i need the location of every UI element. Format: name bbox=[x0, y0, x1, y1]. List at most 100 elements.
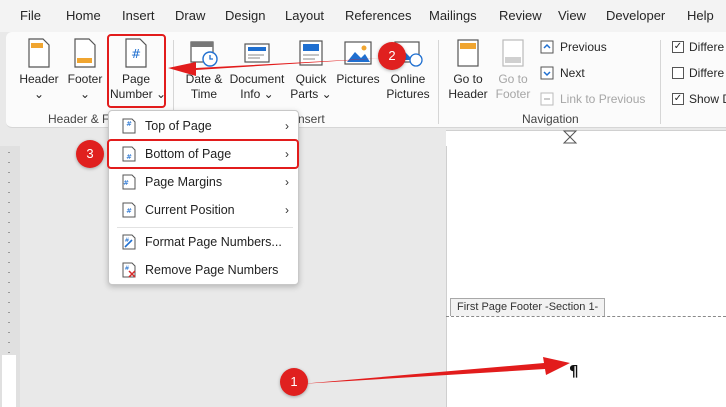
tab-view[interactable]: View bbox=[558, 8, 586, 23]
pictures-button[interactable]: Pictures bbox=[334, 38, 382, 87]
quick-parts-button[interactable]: Quick Parts ⌄ bbox=[290, 38, 332, 102]
chevron-right-icon: › bbox=[285, 175, 289, 189]
footer-button-chevron: ⌄ bbox=[79, 87, 91, 101]
go-to-header-button[interactable]: Go to Header bbox=[446, 38, 490, 102]
annotation-badge-3: 3 bbox=[76, 140, 104, 168]
svg-text:#: # bbox=[124, 237, 129, 244]
menu-separator bbox=[117, 227, 293, 228]
option-label: Differe bbox=[689, 66, 725, 80]
online-pictures-label-2: Pictures bbox=[386, 87, 430, 101]
page-number-dropdown: # Top of Page › # Bottom of Page › # Pag… bbox=[108, 110, 299, 285]
date-time-label-2: Time bbox=[190, 87, 218, 101]
next-icon bbox=[540, 66, 554, 80]
menu-item-label: Format Page Numbers... bbox=[145, 235, 282, 249]
previous-icon bbox=[540, 40, 554, 54]
indent-marker-icon[interactable] bbox=[560, 129, 580, 145]
go-to-header-label-2: Header bbox=[448, 87, 488, 101]
tab-mailings[interactable]: Mailings bbox=[429, 8, 477, 23]
checkbox-checked[interactable]: ✓ bbox=[672, 41, 684, 53]
document-info-button[interactable]: Document Info ⌄ bbox=[228, 38, 286, 102]
menu-item-label: Current Position bbox=[145, 203, 235, 217]
previous-label: Previous bbox=[560, 40, 607, 54]
picture-icon bbox=[344, 41, 372, 65]
previous-button[interactable]: Previous bbox=[540, 40, 607, 54]
ribbon-tab-bar: File Home Insert Draw Design Layout Refe… bbox=[0, 0, 726, 32]
go-to-footer-label-1: Go to bbox=[498, 72, 528, 86]
remove-page-numbers-icon: # bbox=[122, 262, 136, 278]
page-margins-icon: # bbox=[122, 174, 136, 190]
page-top-icon: # bbox=[122, 118, 136, 134]
tab-review[interactable]: Review bbox=[499, 8, 542, 23]
go-to-header-label-1: Go to bbox=[453, 72, 483, 86]
calendar-clock-icon bbox=[190, 41, 218, 67]
tab-layout[interactable]: Layout bbox=[285, 8, 324, 23]
quick-parts-label-1: Quick bbox=[295, 72, 327, 86]
go-to-footer-button: Go to Footer bbox=[492, 38, 534, 102]
footer-section-tag: First Page Footer -Section 1- bbox=[450, 298, 606, 316]
paragraph-mark: ¶ bbox=[569, 362, 579, 380]
ribbon-separator bbox=[438, 40, 439, 124]
ribbon-separator bbox=[660, 40, 661, 124]
tab-developer[interactable]: Developer bbox=[606, 8, 665, 23]
option-different-odd-even[interactable]: Differe bbox=[672, 66, 724, 80]
header-icon bbox=[28, 38, 50, 68]
online-pictures-label-1: Online bbox=[390, 72, 426, 86]
group-label-header-footer: Header & F bbox=[48, 112, 110, 126]
svg-text:#: # bbox=[126, 207, 132, 215]
footer-button[interactable]: Footer ⌄ bbox=[64, 38, 106, 102]
next-label: Next bbox=[560, 66, 585, 80]
menu-item-format-page-numbers[interactable]: # Format Page Numbers... bbox=[115, 229, 293, 255]
group-label-navigation: Navigation bbox=[522, 112, 579, 126]
footer-button-label: Footer bbox=[67, 72, 103, 86]
option-label: Differe bbox=[689, 40, 725, 54]
quick-parts-icon bbox=[299, 40, 323, 66]
footer-boundary bbox=[446, 316, 726, 317]
tab-insert[interactable]: Insert bbox=[122, 8, 155, 23]
menu-item-remove-page-numbers[interactable]: # Remove Page Numbers bbox=[115, 257, 293, 283]
horizontal-ruler-active[interactable] bbox=[446, 130, 726, 146]
chevron-right-icon: › bbox=[285, 203, 289, 217]
tab-help[interactable]: Help bbox=[687, 8, 714, 23]
link-icon bbox=[540, 92, 554, 106]
document-info-label-2: Info ⌄ bbox=[240, 87, 274, 101]
document-info-icon bbox=[244, 43, 270, 63]
quick-parts-label-2: Parts ⌄ bbox=[290, 87, 332, 101]
date-time-label-1: Date & bbox=[185, 72, 223, 86]
next-button[interactable]: Next bbox=[540, 66, 585, 80]
menu-item-current-position[interactable]: # Current Position › bbox=[115, 197, 293, 223]
menu-item-top-of-page[interactable]: # Top of Page › bbox=[115, 113, 293, 139]
highlight-bottom-of-page bbox=[107, 139, 299, 169]
menu-item-label: Page Margins bbox=[145, 175, 223, 189]
option-label: Show D bbox=[689, 92, 726, 106]
document-info-label-1: Document bbox=[229, 72, 285, 86]
header-button-chevron: ⌄ bbox=[33, 87, 45, 101]
header-button[interactable]: Header ⌄ bbox=[18, 38, 60, 102]
go-to-header-icon bbox=[457, 39, 479, 67]
svg-text:#: # bbox=[126, 120, 132, 128]
menu-item-label: Remove Page Numbers bbox=[145, 263, 279, 277]
menu-item-label: Top of Page bbox=[145, 119, 212, 133]
option-different-first-page[interactable]: ✓ Differe bbox=[672, 40, 724, 54]
pictures-label: Pictures bbox=[336, 72, 380, 86]
svg-text:#: # bbox=[124, 265, 129, 272]
format-page-numbers-icon: # bbox=[122, 234, 136, 250]
tab-references[interactable]: References bbox=[345, 8, 411, 23]
menu-item-page-margins[interactable]: # Page Margins › bbox=[115, 169, 293, 195]
vertical-ruler-active bbox=[2, 355, 16, 407]
tab-home[interactable]: Home bbox=[66, 8, 101, 23]
document-page[interactable] bbox=[446, 146, 726, 407]
group-label-insert: nsert bbox=[298, 112, 325, 126]
tab-draw[interactable]: Draw bbox=[175, 8, 205, 23]
chevron-right-icon: › bbox=[285, 119, 289, 133]
svg-text:#: # bbox=[123, 179, 129, 187]
option-show-document-text[interactable]: ✓ Show D bbox=[672, 92, 726, 106]
checkbox-checked[interactable]: ✓ bbox=[672, 93, 684, 105]
tab-design[interactable]: Design bbox=[225, 8, 265, 23]
tab-file[interactable]: File bbox=[20, 8, 41, 23]
annotation-badge-2: 2 bbox=[378, 42, 406, 70]
annotation-badge-1: 1 bbox=[280, 368, 308, 396]
date-time-button[interactable]: Date & Time bbox=[182, 38, 226, 102]
current-position-icon: # bbox=[122, 202, 136, 218]
header-button-label: Header bbox=[19, 72, 59, 86]
checkbox-unchecked[interactable] bbox=[672, 67, 684, 79]
